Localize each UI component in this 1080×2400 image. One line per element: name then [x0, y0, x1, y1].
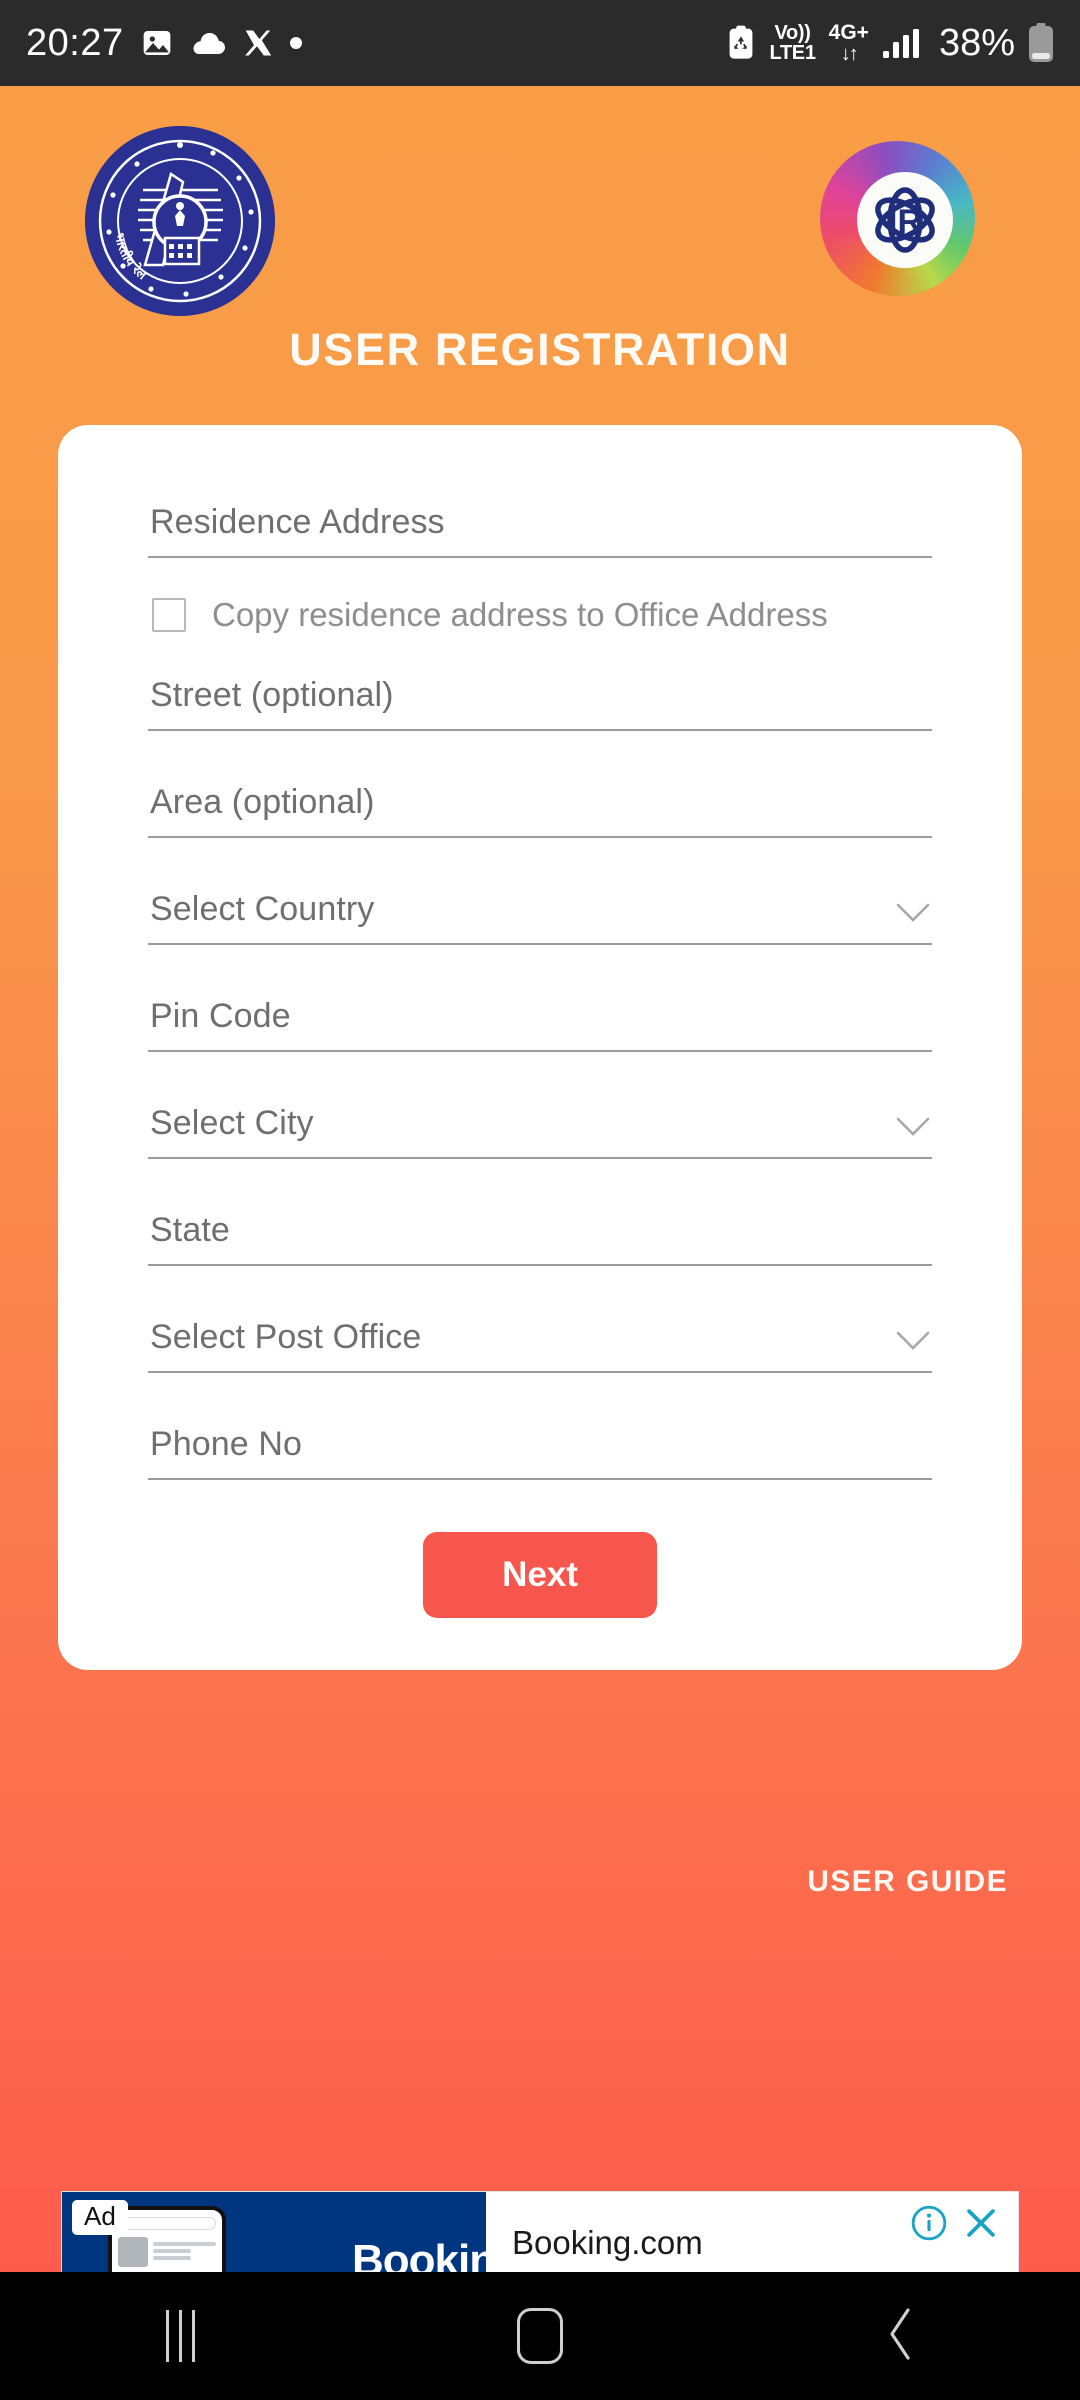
indian-railways-logo: INDIAN RAILWAYS भारतीय रेल [85, 126, 275, 316]
ad-phone-listing [112, 2232, 222, 2272]
field-area[interactable]: Area (optional) [148, 777, 932, 838]
irctc-logo-mark: IR [888, 203, 922, 241]
chevron-down-icon[interactable] [896, 1117, 930, 1137]
ad-brand-large: Booking [352, 2236, 486, 2272]
field-underline [148, 1264, 932, 1266]
volte-top-text: Vo)) [774, 21, 811, 44]
network-type-indicator: 4G+ ↓↑ [829, 22, 869, 64]
next-button[interactable]: Next [423, 1532, 657, 1618]
field-underline [148, 1157, 932, 1159]
next-button-row: Next [148, 1532, 932, 1618]
volte-indicator: Vo)) LTE1 [769, 21, 816, 64]
field-label-state: State [150, 1211, 230, 1249]
field-underline [148, 729, 932, 731]
ad-info: Booking.com ★★★★☆ [486, 2192, 1018, 2272]
field-underline [148, 1478, 932, 1480]
ad-visual[interactable]: Ad Booking.com [62, 2192, 486, 2272]
chevron-down-icon[interactable] [896, 1331, 930, 1351]
image-icon [141, 27, 173, 59]
app-content: INDIAN RAILWAYS भारतीय रेल [0, 86, 1080, 2272]
data-arrows-icon: ↓↑ [840, 42, 859, 65]
copy-address-checkbox[interactable] [152, 598, 186, 632]
registration-form-card: Residence Address Copy residence address… [58, 425, 1022, 1670]
user-guide-link[interactable]: USER GUIDE [807, 1865, 1008, 1899]
battery-icon [1028, 23, 1054, 63]
ad-badge: Ad [72, 2200, 128, 2235]
field-street[interactable]: Street (optional) [148, 670, 932, 731]
home-button[interactable] [450, 2272, 630, 2400]
field-phone-no[interactable]: Phone No [148, 1419, 932, 1480]
ad-banner[interactable]: Ad Booking.com [61, 2191, 1019, 2272]
info-icon[interactable] [910, 2204, 948, 2247]
field-underline [148, 1371, 932, 1373]
battery-percent-text: 38% [938, 21, 1015, 64]
app-header: INDIAN RAILWAYS भारतीय रेल [0, 86, 1080, 336]
back-icon [878, 2304, 922, 2369]
recent-apps-button[interactable] [90, 2272, 270, 2400]
phone-screen: 20:27 Vo)) LTE1 4G+ ↓↑ 38% AY भारतीय रेल… [0, 0, 1080, 2400]
clipboard-recycle-icon [726, 25, 756, 61]
field-underline [148, 836, 932, 838]
back-button[interactable] [810, 2272, 990, 2400]
field-underline [148, 556, 932, 558]
field-underline [148, 1050, 932, 1052]
status-bar-clock: 20:27 [26, 21, 124, 64]
field-country[interactable]: Select Country [148, 884, 932, 945]
status-bar-right: Vo)) LTE1 4G+ ↓↑ 38% [726, 22, 1054, 65]
field-label-pin-code: Pin Code [150, 997, 291, 1035]
copy-address-label: Copy residence address to Office Address [212, 596, 828, 633]
home-icon [517, 2308, 563, 2364]
system-navigation-bar [0, 2272, 1080, 2400]
field-label-area: Area (optional) [150, 783, 375, 821]
copy-address-checkbox-row[interactable]: Copy residence address to Office Address [148, 596, 932, 634]
network-type-text: 4G+ [828, 21, 869, 45]
signal-bars-icon [882, 27, 922, 59]
dot-icon [289, 37, 302, 49]
field-state[interactable]: State [148, 1205, 932, 1266]
field-city[interactable]: Select City [148, 1098, 932, 1159]
field-residence-address[interactable]: Residence Address [148, 497, 932, 558]
cloud-icon [190, 30, 226, 56]
field-label-residence-address: Residence Address [150, 503, 445, 541]
field-label-street: Street (optional) [150, 676, 394, 714]
status-bar-left: 20:27 [26, 22, 302, 65]
field-label-post-office: Select Post Office [150, 1318, 422, 1356]
close-icon[interactable] [962, 2204, 1000, 2247]
ad-actions [910, 2204, 1000, 2247]
x-app-icon [243, 28, 273, 58]
field-pin-code[interactable]: Pin Code [148, 991, 932, 1052]
ad-phone-searchbar [118, 2217, 216, 2230]
recent-apps-icon [165, 2310, 195, 2362]
field-label-phone-no: Phone No [150, 1425, 303, 1463]
chevron-down-icon[interactable] [896, 903, 930, 923]
irctc-logo: IR [820, 141, 975, 296]
field-label-country: Select Country [150, 890, 375, 928]
field-post-office[interactable]: Select Post Office [148, 1312, 932, 1373]
field-underline [148, 943, 932, 945]
field-label-city: Select City [150, 1104, 314, 1142]
status-bar: 20:27 Vo)) LTE1 4G+ ↓↑ 38% [0, 0, 1080, 86]
irctc-logo-inner: IR [856, 171, 953, 268]
volte-bottom-text: LTE1 [769, 42, 816, 64]
